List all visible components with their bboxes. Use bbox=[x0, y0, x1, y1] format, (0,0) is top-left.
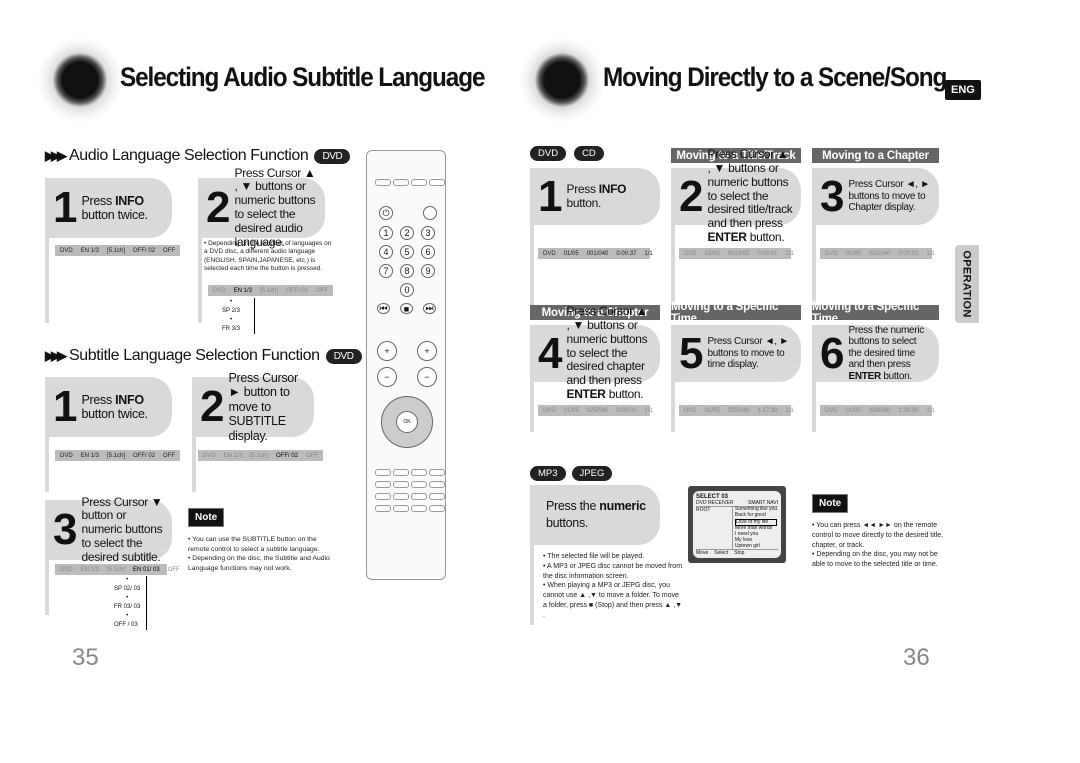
heading-text: Audio Language Selection Function bbox=[69, 147, 309, 164]
info-bar: DVD 01/05 001/040 0:00:37 1/1 bbox=[538, 248, 653, 259]
subtitle-step-1: 1 Press INFO button twice. bbox=[45, 377, 172, 437]
disc-logo bbox=[520, 38, 604, 122]
page-number: 36 bbox=[903, 644, 930, 671]
note-label: Note bbox=[812, 494, 849, 513]
arrows-icon: ▶▶▶ bbox=[45, 348, 67, 363]
remote-control-illustration: ⏻ 123 456 789 0 ⏮ ■ ⏭ + + − − OK bbox=[366, 150, 446, 580]
note-box: Note You can use the SUBTITLE button on … bbox=[188, 507, 338, 573]
subtitle-options: • SP 02/ 03 • FR 03/ 03 • OFF / 03 bbox=[114, 576, 148, 630]
page-number: 35 bbox=[72, 644, 99, 671]
subtitle-step-2: 2 Press Cursor ► button to move to SUBTI… bbox=[192, 371, 314, 443]
note-box: Note You can press ◄◄ ►► on the remote c… bbox=[812, 493, 947, 570]
info-bar: DVD EN 1/3 [5.1ch] OFF/ 02 OFF bbox=[208, 285, 333, 296]
step-number: 2 bbox=[206, 183, 231, 232]
scene-step: 2 Press Cursor ▲ , ▼ buttons or numeric … bbox=[671, 147, 801, 244]
file-select-screen: SELECT 03 DVD RECEIVER SMART NAVI ROOT So… bbox=[688, 486, 786, 563]
subtitle-step-3: 3 Press Cursor ▼ button or numeric butto… bbox=[45, 495, 172, 564]
disc-badges: DVD CD bbox=[530, 146, 604, 161]
info-bar: DVD EN 1/3 [5.1ch] OFF/ 02 OFF bbox=[55, 450, 180, 461]
scene-step: 6 Press the numeric buttons to select th… bbox=[812, 325, 939, 382]
info-bar: DVD EN 1/3 [5.1ch] OFF/ 02 OFF bbox=[55, 245, 180, 256]
scene-step: 3 Press Cursor ◄, ► buttons to move to C… bbox=[812, 168, 939, 225]
info-bar: DVD 01/05 001/040 0:00:01 1/1 bbox=[820, 248, 935, 259]
dvd-badge: DVD bbox=[314, 148, 351, 164]
audio-options: • SP 2/3 • FR 3/3 bbox=[222, 298, 256, 334]
info-bar: DVD EN 1/3 [5.1ch] EN 01/ 03 OFF bbox=[55, 564, 180, 575]
audio-step-1: 1 Press INFO button twice. bbox=[45, 178, 172, 238]
dvd-badge: DVD bbox=[325, 348, 362, 364]
mp3-bullets: The selected file will be played.A MP3 o… bbox=[543, 552, 683, 621]
step-header: Moving to a Specific Time bbox=[812, 301, 939, 325]
step-number: 1 bbox=[53, 183, 78, 232]
file-badges: MP3 JPEG bbox=[530, 466, 613, 481]
scene-step: 4 Press Cursor ▲ , ▼ buttons or numeric … bbox=[530, 304, 660, 401]
info-bar: DVD 01/05 025/040 1:17:30 1/1 bbox=[679, 405, 794, 416]
scene-step: 5 Press Cursor ◄, ► buttons to move to t… bbox=[671, 325, 801, 382]
page-title: Moving Directly to a Scene/Song bbox=[603, 62, 947, 92]
note-label: Note bbox=[188, 508, 225, 527]
step-header: Moving to a Chapter bbox=[812, 148, 939, 163]
audio-step-2: 2 Press Cursor ▲ , ▼ buttons or numeric … bbox=[198, 166, 325, 248]
subtitle-section-heading: ▶▶▶ Subtitle Language Selection Function… bbox=[45, 347, 362, 365]
step-text: Press Cursor ▲ , ▼ buttons or numeric bu… bbox=[234, 165, 316, 249]
language-badge: ENG bbox=[945, 80, 981, 100]
note-list: You can use the SUBTITLE button on the r… bbox=[188, 535, 338, 573]
note-list: You can press ◄◄ ►► on the remote contro… bbox=[812, 521, 947, 570]
audio-section-heading: ▶▶▶ Audio Language Selection Function DV… bbox=[45, 147, 351, 165]
page-title: Selecting Audio Subtitle Language bbox=[120, 62, 486, 92]
info-bar: DVD 01/05 025/040 0:00:01 1/1 bbox=[538, 405, 653, 416]
disc-logo bbox=[38, 38, 122, 122]
info-bar: DVD 01/05 028/040 1:30:00 1/1 bbox=[820, 405, 935, 416]
step-text: Press INFO button twice. bbox=[81, 193, 148, 222]
scene-step: 1 Press INFO button. bbox=[530, 168, 660, 225]
info-bar: DVD 03/05 001/002 0:00:01 1/1 bbox=[679, 248, 794, 259]
arrows-icon: ▶▶▶ bbox=[45, 148, 67, 163]
heading-text: Subtitle Language Selection Function bbox=[69, 347, 320, 364]
info-bar: DVD EN 1/3 [5.1ch] OFF/ 02 OFF bbox=[198, 450, 323, 461]
operation-tab: OPERATION bbox=[955, 245, 979, 323]
step-header: Moving to a Specific Time bbox=[671, 301, 801, 325]
mp3-step: Press the numeric buttons. bbox=[530, 485, 660, 545]
audio-bullets: Depending on the number of languages on … bbox=[204, 240, 336, 274]
